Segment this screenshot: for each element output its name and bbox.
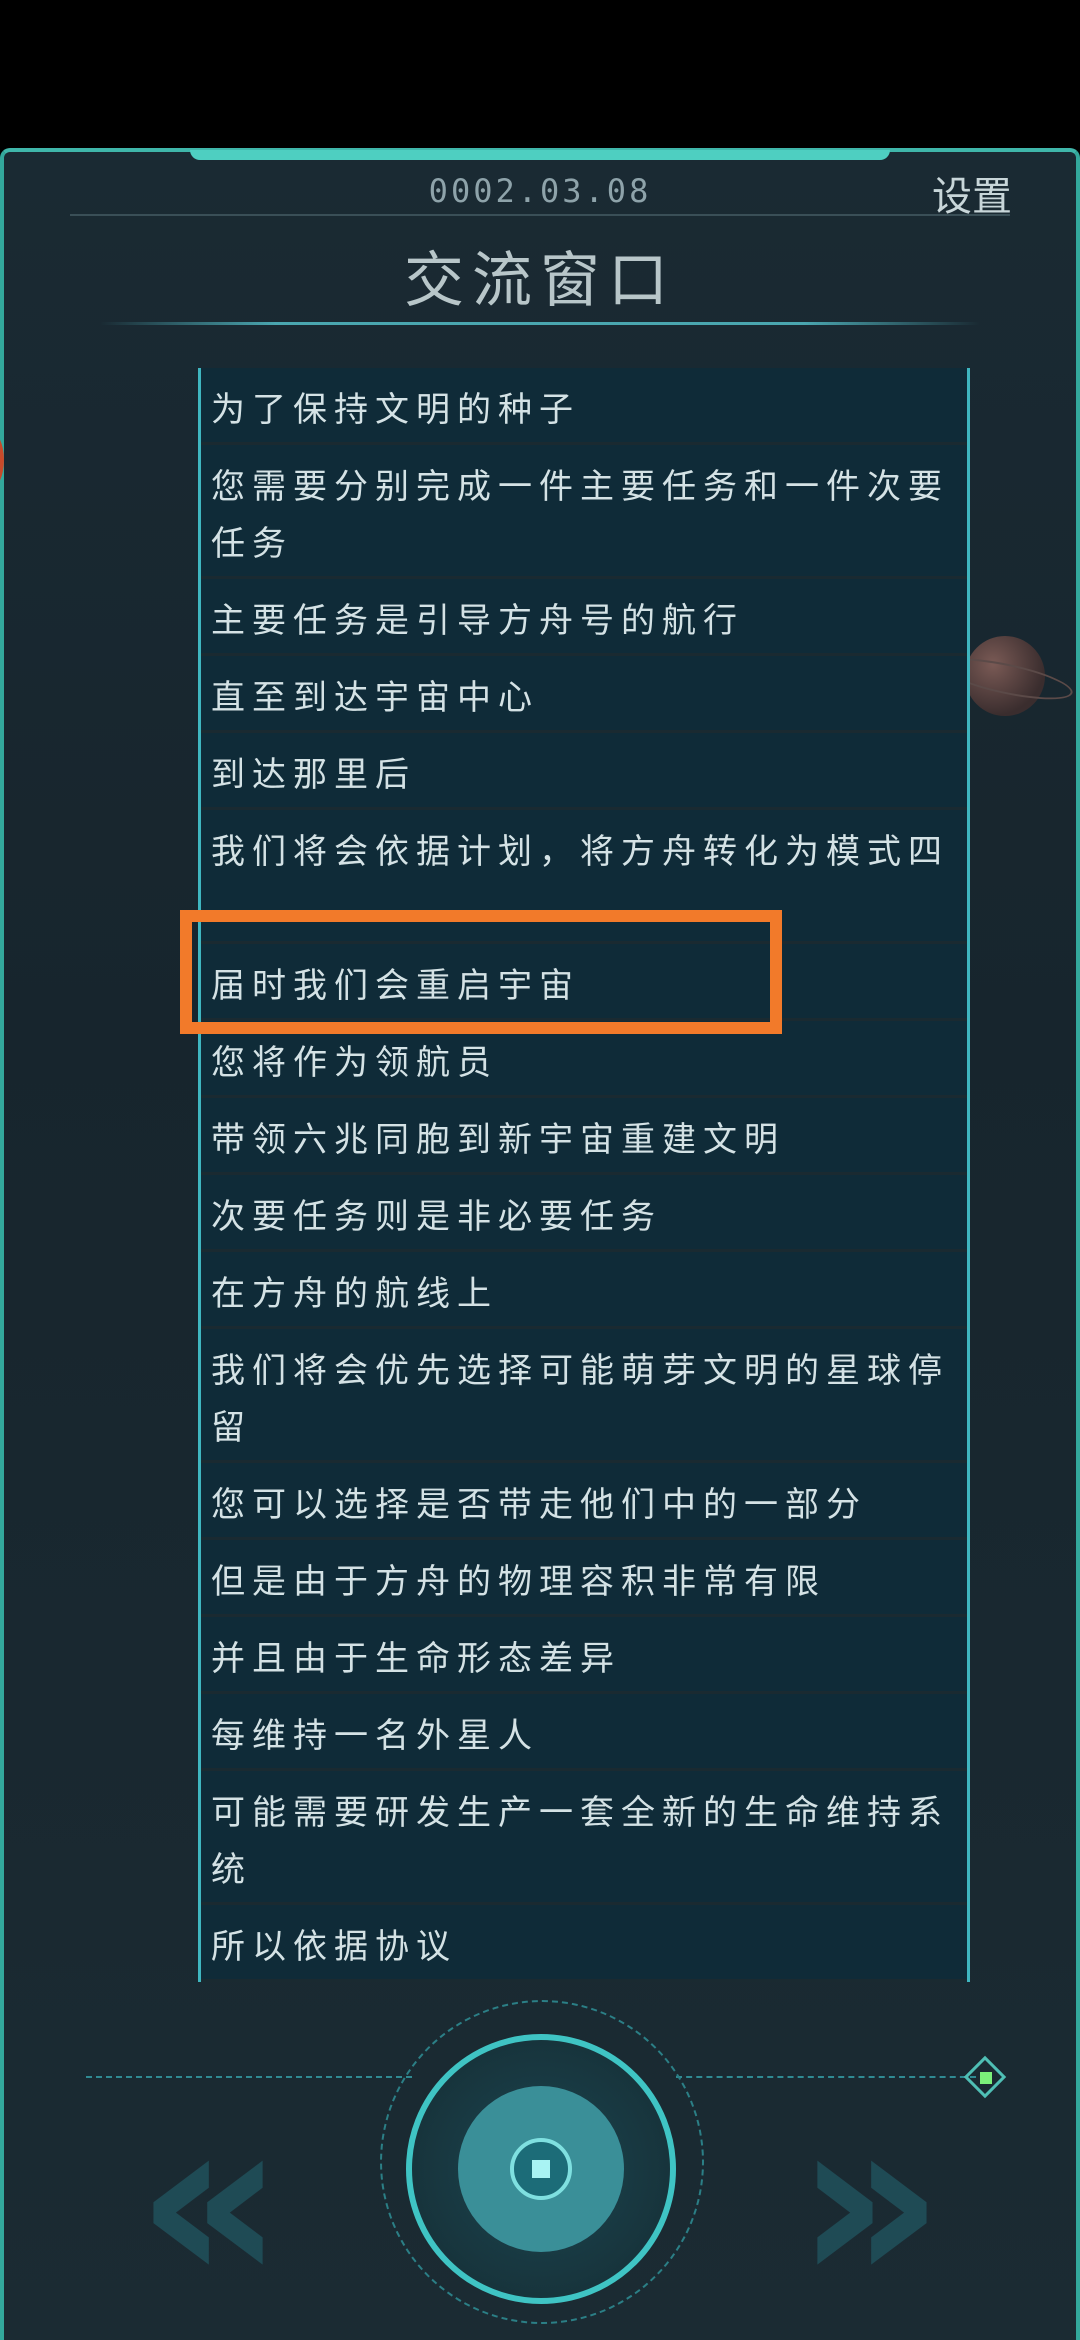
previous-button[interactable]: « [80,2087,340,2317]
message-row: 但是由于方舟的物理容积非常有限 [201,1540,967,1617]
message-row: 我们将会优先选择可能萌芽文明的星球停留 [201,1329,967,1463]
title-underline [100,322,980,325]
next-button[interactable]: » [740,2087,1000,2317]
message-row: 主要任务是引导方舟号的航行 [201,579,967,656]
message-row: 到达那里后 [201,733,967,810]
date-display: 0002.03.08 [428,172,652,210]
selection-highlight-box [180,910,782,1034]
indicator-dot-icon [980,2072,992,2084]
center-square-icon [532,2160,550,2178]
message-row: 直至到达宇宙中心 [201,656,967,733]
message-row: 您可以选择是否带走他们中的一部分 [201,1463,967,1540]
message-row: 您需要分别完成一件主要任务和一件次要任务 [201,445,967,579]
top-accent-bar [190,150,890,160]
message-list[interactable]: 为了保持文明的种子 您需要分别完成一件主要任务和一件次要任务 主要任务是引导方舟… [198,368,970,1982]
message-row: 带领六兆同胞到新宇宙重建文明 [201,1098,967,1175]
message-row: 为了保持文明的种子 [201,368,967,445]
message-row: 并且由于生命形态差异 [201,1617,967,1694]
message-row: 每维持一名外星人 [201,1694,967,1771]
header-divider [70,214,1010,216]
message-row: 可能需要研发生产一套全新的生命维持系统 [201,1771,967,1905]
page-title: 交流窗口 [404,246,676,316]
message-row: 在方舟的航线上 [201,1252,967,1329]
message-row: 所以依据协议 [201,1905,967,1982]
message-row: 次要任务则是非必要任务 [201,1175,967,1252]
